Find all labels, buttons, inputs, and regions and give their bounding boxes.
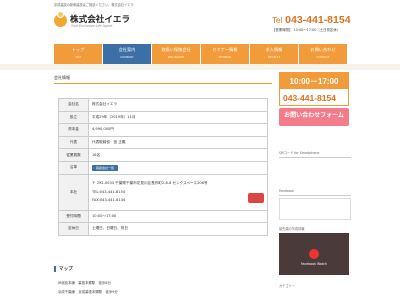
nav-recruit[interactable]: 求人情報 RECRUIT: [250, 44, 299, 64]
qr-label: QRコード for Smartphone: [279, 150, 351, 158]
table-row: 代表 代表取締役 宮 正義: [58, 135, 268, 150]
company-list-button[interactable]: 取扱会社一覧: [92, 164, 119, 171]
contact-form-banner[interactable]: お問い合わせフォーム: [279, 108, 349, 126]
video-label: 最先端の写真情報: [279, 227, 305, 231]
table-row: 定休日 土曜日、日曜日、祝日: [58, 222, 268, 236]
banner-hours: 10:00－17:00: [280, 73, 348, 89]
access-line-2: 京成千葉線 京成幕張本郷駅 徒歩9分: [58, 290, 118, 294]
company-logo-icon[interactable]: [54, 11, 68, 29]
section-title: 会社情報: [54, 75, 272, 84]
table-row: 会社名 株式会社イエラ: [58, 98, 268, 112]
banner-tel: 043-441-8154: [283, 93, 336, 103]
tel-prefix: Tel: [272, 16, 283, 25]
table-row: 設立 平成29年（2019年）11月: [58, 110, 268, 125]
nav-contact[interactable]: お問い合わせ CONTACT: [299, 44, 348, 64]
table-row: 資本金 4,990,000円: [58, 123, 268, 137]
tel-number: 043-441-8154: [285, 14, 351, 26]
company-stamp-icon: [248, 193, 264, 204]
nav-company[interactable]: 会社案内 COMPANY: [103, 44, 152, 64]
nav-top[interactable]: トップ TOP: [54, 44, 103, 64]
table-row: 沿革 取扱会社一覧: [58, 160, 268, 175]
tel-banner[interactable]: 10:00－17:00 043-441-8154: [279, 72, 349, 106]
business-hours: 【営業時間】 10:00～17:00（土日祝定休）: [272, 28, 341, 32]
address: 〒 292-0033 千葉県千葉市花見川区長作町2-8-8 センクスペース206…: [92, 181, 208, 186]
access-line-1: JR総武本線 幕張本郷駅 徒歩8分: [58, 281, 111, 285]
facebook-label: Facebook: [279, 189, 351, 196]
main-content: 会社情報 会社名 株式会社イエラ 設立 平成29年（2019年）11月 資本金 4,9…: [54, 75, 272, 236]
company-info-table: 会社名 株式会社イエラ 設立 平成29年（2019年）11月 資本金 4,990,00…: [58, 98, 268, 236]
breadcrumb-bar: [0, 64, 400, 70]
play-icon[interactable]: [309, 249, 319, 259]
facebook-widget[interactable]: [279, 198, 351, 220]
nav-seminar[interactable]: セミナー情報 SEMINAR: [201, 44, 250, 64]
table-row: 本社〒 292-0033 千葉県千葉市花見川区長作町2-8-8 センクスペース2…: [58, 173, 268, 211]
category-label: カテゴリー: [279, 284, 295, 288]
tagline: Your Exclusive Life Agent: [71, 24, 113, 28]
address-tel: TEL:043-441-8154: [92, 190, 126, 195]
table-row: 従業員数 16名: [58, 148, 268, 162]
header-topline: 京成建設の新築建設はご相談ください。株式会社イエラ: [54, 3, 134, 7]
nav-insurance[interactable]: 取扱い保険会社 INSURANCE: [152, 44, 201, 64]
sidebar: 10:00－17:00 043-441-8154 お問い合わせフォーム QRコー…: [279, 72, 351, 288]
facebook-video[interactable]: Facebook Watch: [279, 233, 349, 275]
table-row: 受付時間 10:00～17:00: [58, 209, 268, 224]
qr-code-icon: [279, 161, 349, 181]
video-caption: Facebook Watch: [301, 262, 327, 266]
address-fax: FAX:043-441-8134: [92, 198, 126, 203]
header-tel[interactable]: Tel 043-441-8154: [272, 14, 351, 26]
main-nav: トップ TOP 会社案内 COMPANY 取扱い保険会社 INSURANCE セミナー…: [54, 44, 348, 64]
map-title: マップ: [54, 266, 272, 272]
